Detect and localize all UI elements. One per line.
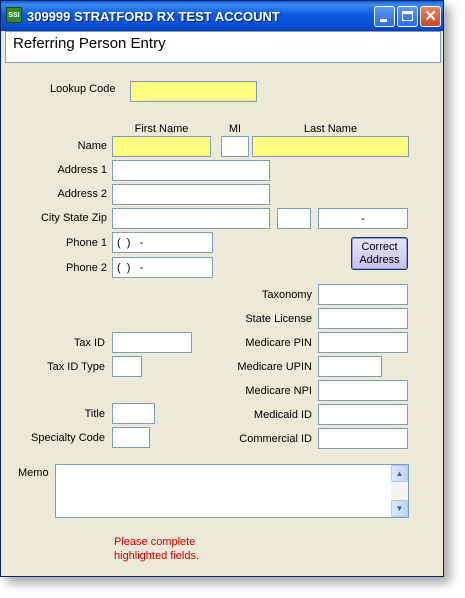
header-panel: Referring Person Entry: [5, 31, 441, 63]
phone2-input[interactable]: [112, 257, 213, 278]
page-title: Referring Person Entry: [13, 35, 166, 52]
zip-input[interactable]: [318, 208, 408, 229]
validation-message: Please complete highlighted fields.: [114, 535, 199, 563]
tax-id-type-label: Tax ID Type: [47, 361, 105, 373]
tax-id-input[interactable]: [112, 332, 192, 353]
specialty-code-label: Specialty Code: [31, 432, 105, 444]
taxonomy-input[interactable]: [318, 284, 408, 305]
mi-input[interactable]: [221, 136, 249, 157]
medicare-npi-label: Medicare NPI: [245, 385, 312, 397]
correct-address-button[interactable]: Correct Address: [351, 237, 408, 270]
close-icon: ✕: [424, 8, 437, 25]
medicare-pin-input[interactable]: [318, 332, 408, 353]
first-name-input[interactable]: [112, 136, 211, 157]
medicare-pin-label: Medicare PIN: [245, 337, 312, 349]
memo-scrollbar[interactable]: ▲ ▼: [391, 465, 408, 517]
medicare-npi-input[interactable]: [318, 380, 408, 401]
correct-address-label-line2: Address: [359, 254, 400, 266]
phone1-input[interactable]: [112, 232, 213, 253]
address1-input[interactable]: [112, 160, 270, 181]
phone2-label: Phone 2: [66, 262, 107, 274]
validation-message-line2: highlighted fields.: [114, 550, 200, 562]
address2-label: Address 2: [57, 188, 107, 200]
phone1-label: Phone 1: [66, 237, 107, 249]
specialty-code-input[interactable]: [112, 427, 150, 448]
commercial-id-input[interactable]: [318, 428, 408, 449]
title-bar[interactable]: SSI 309999 STRATFORD RX TEST ACCOUNT ✕: [1, 1, 443, 31]
memo-textarea[interactable]: ▲ ▼: [55, 464, 409, 518]
title-label: Title: [84, 408, 105, 420]
correct-address-label-line1: Correct: [361, 241, 398, 253]
scroll-up-icon[interactable]: ▲: [391, 465, 408, 482]
close-button[interactable]: ✕: [420, 6, 441, 27]
lookup-code-label: Lookup Code: [50, 83, 116, 95]
state-license-label: State License: [245, 313, 312, 325]
minimize-button[interactable]: [374, 6, 395, 27]
first-name-header: First Name: [134, 123, 189, 135]
commercial-id-label: Commercial ID: [239, 433, 312, 445]
last-name-header: Last Name: [303, 123, 358, 135]
app-logo-icon: SSI: [6, 7, 22, 23]
mi-header: MI: [228, 123, 242, 135]
tax-id-label: Tax ID: [73, 337, 105, 349]
validation-message-line1: Please complete: [114, 536, 196, 548]
maximize-icon: [402, 11, 413, 21]
medicare-upin-label: Medicare UPIN: [237, 361, 312, 373]
medicaid-id-input[interactable]: [318, 404, 408, 425]
scroll-down-icon[interactable]: ▼: [391, 500, 408, 517]
medicaid-id-label: Medicaid ID: [253, 409, 312, 421]
medicare-upin-input[interactable]: [318, 356, 382, 377]
city-state-zip-label: City State Zip: [40, 212, 107, 224]
maximize-button[interactable]: [397, 6, 418, 27]
app-window: SSI 309999 STRATFORD RX TEST ACCOUNT ✕ R…: [0, 0, 444, 577]
city-input[interactable]: [112, 208, 270, 229]
taxonomy-label: Taxonomy: [261, 289, 312, 301]
lookup-code-input[interactable]: [130, 81, 257, 102]
state-input[interactable]: [277, 208, 311, 229]
title-input[interactable]: [112, 403, 155, 424]
minimize-icon: [380, 19, 387, 22]
tax-id-type-input[interactable]: [112, 356, 142, 377]
window-title: 309999 STRATFORD RX TEST ACCOUNT: [27, 9, 280, 24]
address1-label: Address 1: [57, 164, 107, 176]
last-name-input[interactable]: [252, 136, 409, 157]
name-label: Name: [77, 140, 107, 152]
memo-label: Memo: [18, 467, 49, 479]
state-license-input[interactable]: [318, 308, 408, 329]
address2-input[interactable]: [112, 184, 270, 205]
